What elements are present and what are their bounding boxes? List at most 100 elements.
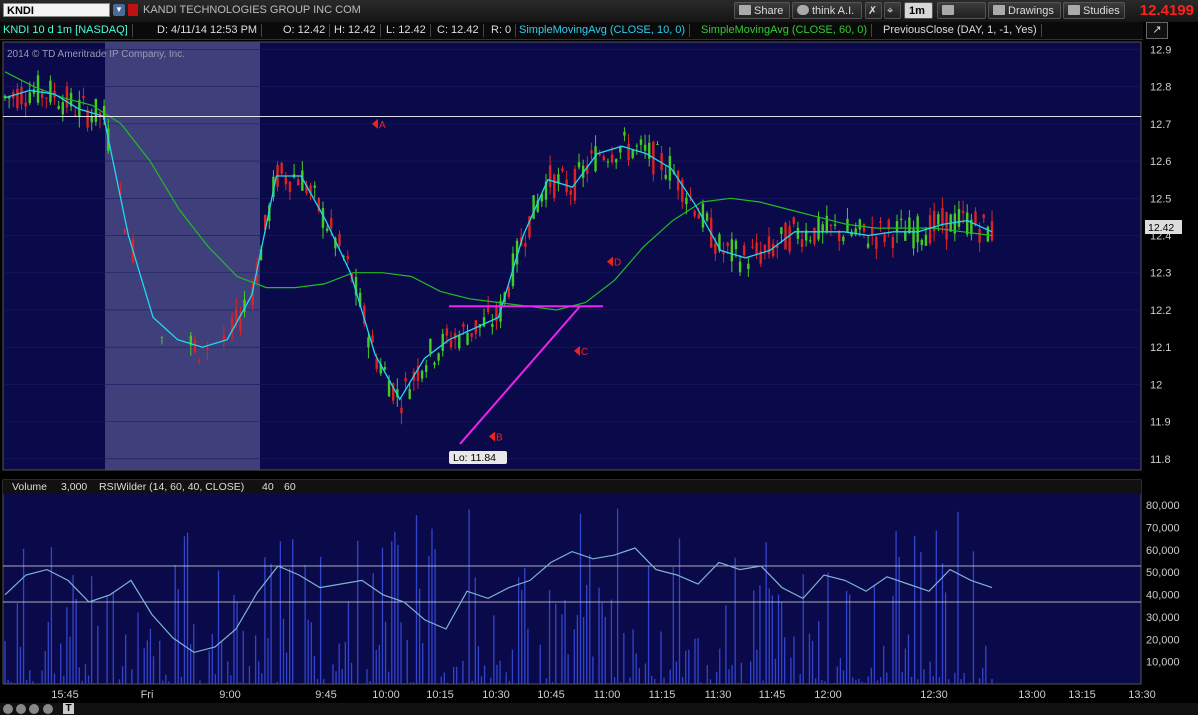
bar-high: H: 12.42 (334, 24, 381, 37)
volume-scale: 3,000 (61, 481, 87, 493)
candle-body (462, 323, 465, 327)
zoom-in-icon[interactable] (16, 704, 26, 714)
current-price-label: 12.42 (1148, 222, 1174, 234)
candle-body (235, 309, 238, 322)
candle-body (643, 144, 647, 151)
chart-info-bar: KNDI 10 d 1m [NASDAQ] D: 4/11/14 12:53 P… (0, 22, 1143, 40)
candle-body (28, 92, 31, 104)
time-tick-label: 10:15 (426, 689, 454, 701)
candle-body (862, 223, 866, 232)
copyright-text: 2014 © TD Ameritrade IP Company, Inc. (7, 49, 185, 60)
candle-body (879, 221, 882, 223)
candle-body (920, 239, 923, 246)
volume-label[interactable]: Volume (12, 481, 47, 493)
candle-body (400, 407, 403, 414)
think-ai-icon (797, 5, 809, 15)
time-tick-label: 12:00 (814, 689, 842, 701)
candle-body (548, 165, 552, 187)
volume-tick-label: 60,000 (1146, 545, 1180, 557)
candle-body (449, 340, 453, 348)
candle-body (425, 365, 428, 372)
candle-body (701, 203, 705, 228)
rsi-label[interactable]: RSIWilder (14, 60, 40, CLOSE) (99, 481, 244, 493)
candle-body (734, 240, 738, 250)
candle-body (982, 214, 985, 218)
price-tick-label: 12.5 (1150, 193, 1171, 205)
candle-body (82, 96, 85, 99)
sma60-label[interactable]: SimpleMovingAvg (CLOSE, 60, 0) (701, 24, 873, 37)
candle-body (846, 218, 849, 232)
candle-body (895, 221, 899, 233)
time-tick-label: 10:45 (537, 689, 565, 701)
rsi-level-low: 40 (262, 481, 274, 493)
candle-body (891, 236, 895, 249)
candle-body (437, 353, 440, 361)
candle-body (470, 332, 473, 337)
price-chart[interactable]: 2014 © TD Ameritrade IP Company, Inc. A B… (0, 40, 1198, 703)
candle-body (945, 212, 948, 240)
symbol-flag-icon[interactable] (128, 4, 138, 16)
chart-settings-icon[interactable]: ↗ (1146, 22, 1168, 39)
candle-body (751, 246, 754, 248)
symbol-dropdown-icon[interactable]: ▼ (113, 4, 125, 16)
candle-body (784, 222, 787, 250)
candle-body (466, 332, 469, 345)
time-tick-label: 9:45 (315, 689, 336, 701)
candle-body (606, 161, 610, 163)
candle-body (883, 234, 886, 243)
candle-body (57, 105, 60, 109)
volume-tick-label: 20,000 (1146, 634, 1180, 646)
candle-body (730, 239, 734, 262)
candle-body (866, 243, 870, 248)
price-tick-label: 12.6 (1150, 156, 1171, 168)
bar-date: D: 4/11/14 12:53 PM (157, 24, 263, 37)
crosshair-icon[interactable]: ⌖ (884, 2, 901, 19)
drawing-mode-icon[interactable] (43, 704, 53, 714)
candle-body (780, 227, 783, 234)
sma10-label[interactable]: SimpleMovingAvg (CLOSE, 10, 0) (519, 24, 691, 37)
candle-body (639, 139, 643, 145)
timeframe-button[interactable]: 1m (904, 2, 933, 19)
candle-body (65, 86, 69, 108)
candle-body (705, 213, 709, 221)
candle-body (899, 218, 903, 221)
text-tool-icon[interactable]: T (63, 703, 74, 714)
candle-body (714, 243, 717, 254)
candle-body (441, 333, 444, 351)
candle-body (429, 339, 432, 353)
candle-body (792, 217, 795, 224)
candle-body (206, 347, 209, 350)
think-ai-button[interactable]: think A.I. (792, 2, 862, 19)
candle-body (697, 214, 700, 219)
price-tick-label: 12.1 (1150, 342, 1171, 354)
tools-icon[interactable]: ✗ (865, 2, 882, 19)
zoom-out-icon[interactable] (3, 704, 13, 714)
candle-body (800, 239, 804, 247)
price-tick-label: 12.7 (1150, 119, 1171, 131)
studies-button[interactable]: Studies (1063, 2, 1125, 19)
candle-body (313, 185, 316, 188)
style-button[interactable]: Style (937, 2, 986, 33)
candle-body (829, 224, 833, 226)
lower-panel (2, 479, 1142, 685)
candle-body (833, 224, 837, 226)
candle-body (631, 150, 634, 158)
prevclose-label[interactable]: PreviousClose (DAY, 1, -1, Yes) (883, 24, 1042, 37)
candle-body (788, 225, 791, 252)
candle-body (49, 80, 52, 103)
symbol-input[interactable]: KNDI (3, 3, 110, 17)
candle-body (614, 159, 618, 163)
last-price: 12.4199 (1139, 2, 1194, 19)
price-axis: 11.811.91212.112.212.312.412.512.612.712… (1150, 44, 1171, 465)
candle-body (908, 217, 911, 234)
share-button[interactable]: Share (734, 2, 790, 19)
candle-body (738, 261, 742, 273)
candle-body (978, 228, 981, 243)
drawings-button[interactable]: Drawings (988, 2, 1061, 19)
candle-body (966, 212, 969, 235)
candle-body (239, 317, 242, 330)
candle-body (961, 210, 965, 214)
candle-body (594, 146, 597, 172)
zoom-reset-icon[interactable] (29, 704, 39, 714)
candle-body (693, 210, 696, 217)
